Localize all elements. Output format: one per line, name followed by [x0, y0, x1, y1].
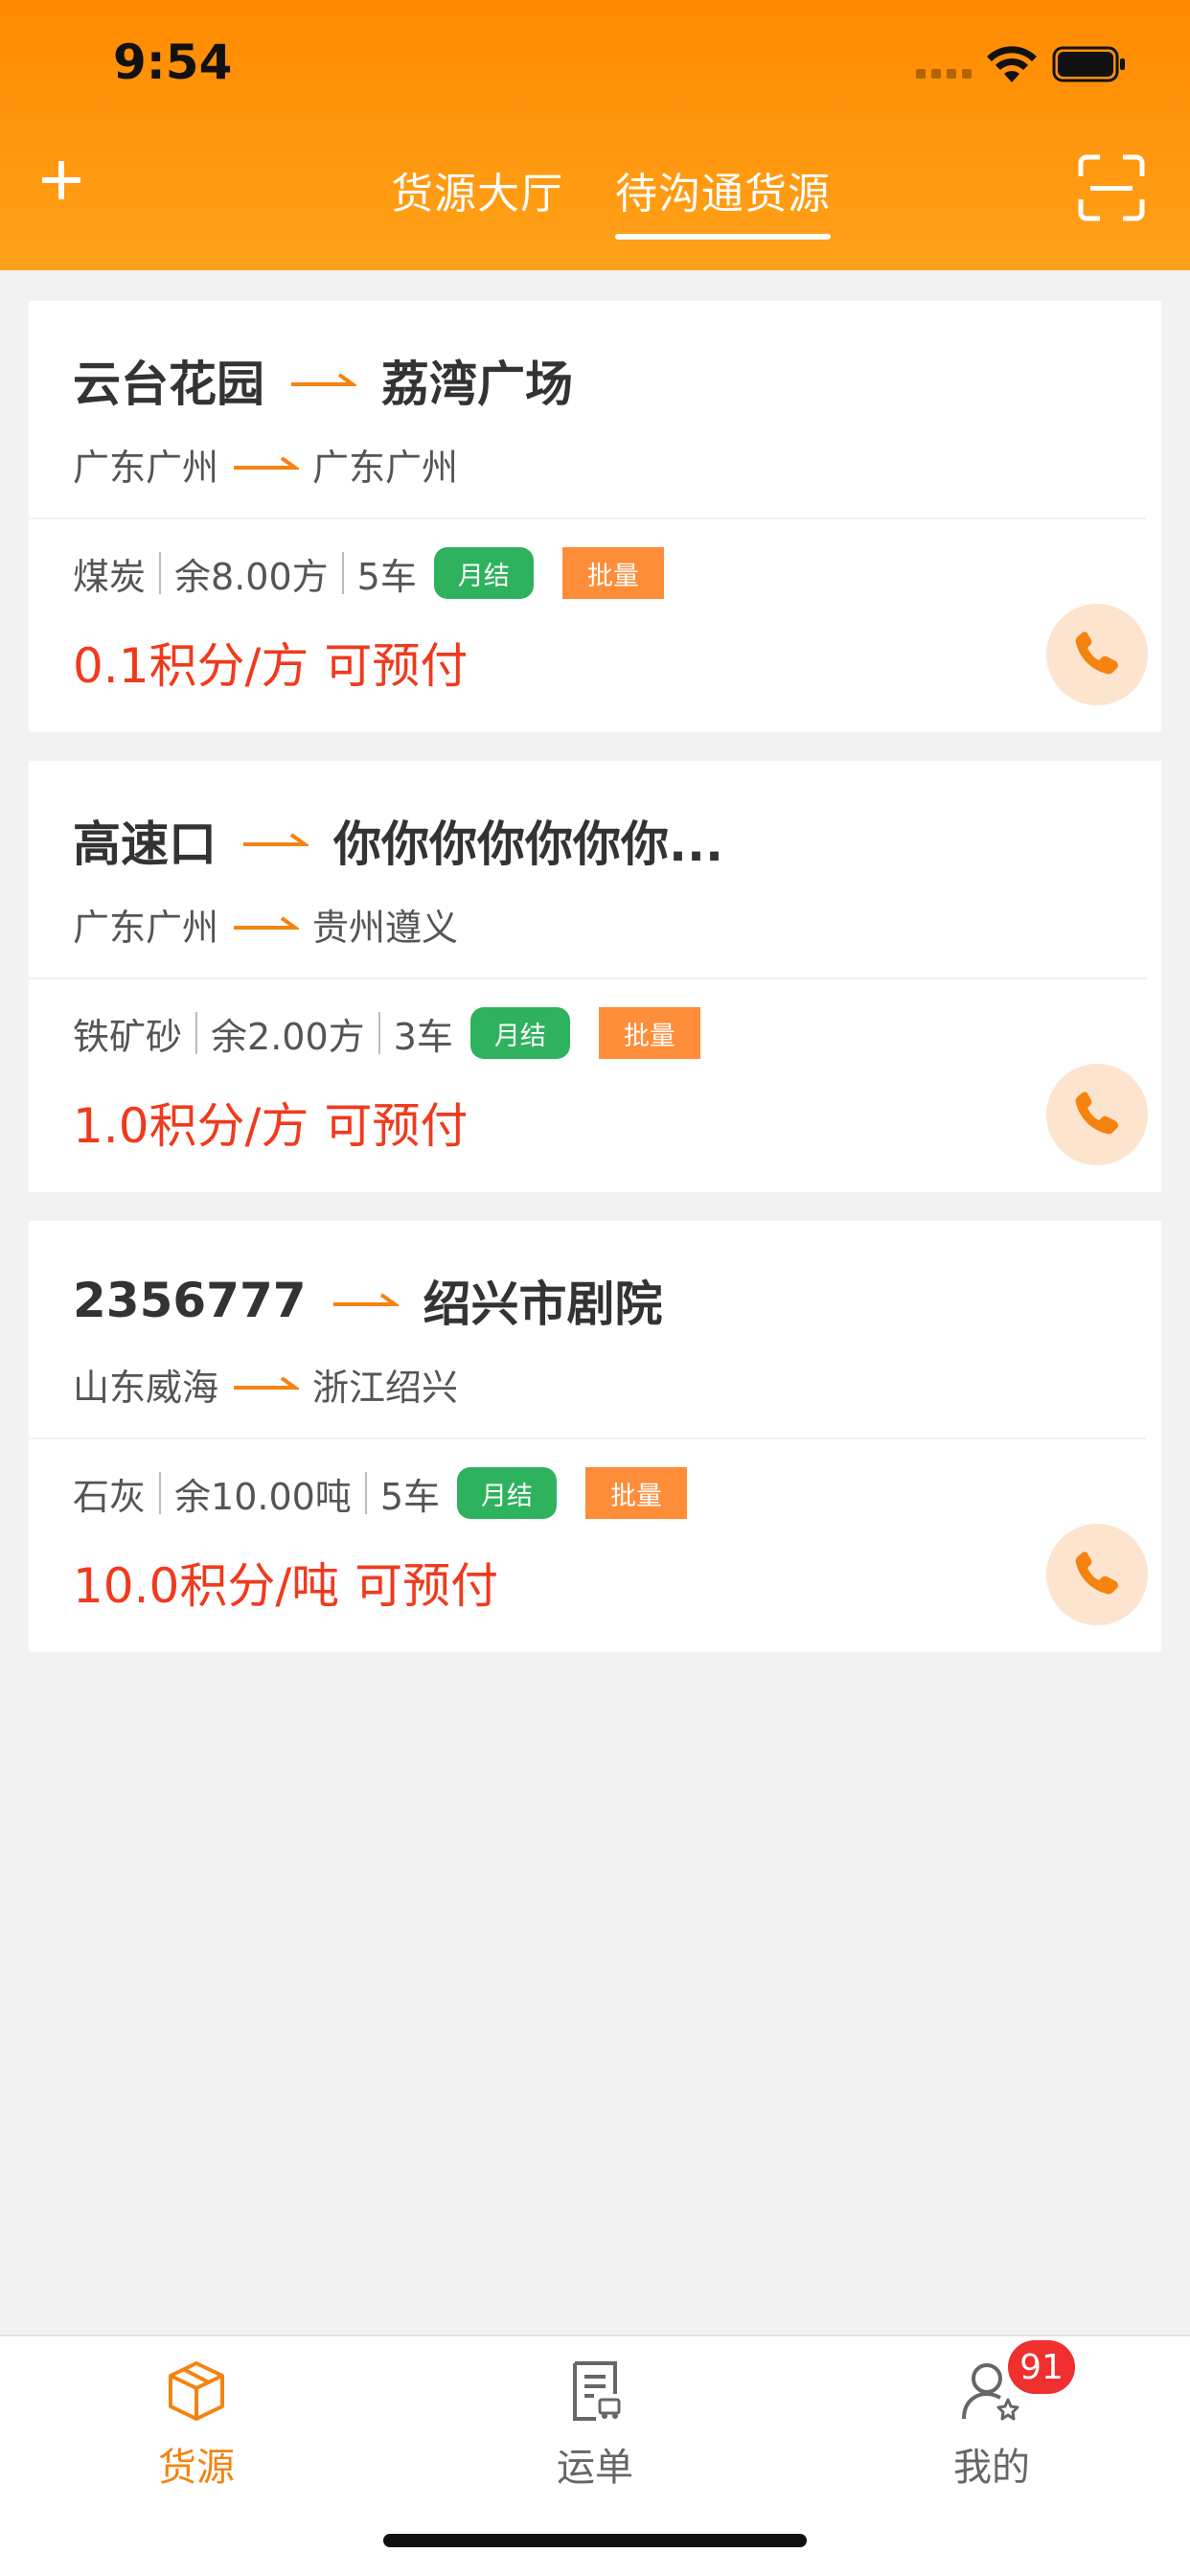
arrow-icon — [332, 1293, 399, 1306]
destination-region: 浙江绍兴 — [312, 1366, 459, 1409]
batch-badge: 批量 — [585, 1467, 687, 1519]
wifi-icon — [987, 46, 1037, 82]
settlement-badge: 月结 — [469, 1007, 570, 1059]
truck-count: 3车 — [393, 1015, 453, 1058]
cargo-meta: 石灰 余10.00吨 5车 月结 批量 — [73, 1464, 687, 1522]
route: 高速口 你你你你你你你... — [73, 807, 723, 874]
home-indicator — [383, 2534, 807, 2547]
separator — [378, 1012, 380, 1054]
cargo-type: 铁矿砂 — [73, 1015, 183, 1058]
price: 0.1积分/方 — [73, 638, 309, 694]
region-line: 广东广州 贵州遵义 — [73, 897, 458, 951]
header-bar: 9:54 货源大厅 待沟通货源 — [0, 0, 1190, 270]
cargo-meta: 煤炭 余8.00方 5车 月结 批量 — [73, 544, 664, 602]
cargo-card[interactable]: 2356777 绍兴市剧院 山东威海 浙江绍兴 石灰 余10.00吨 5车 月结… — [29, 1221, 1161, 1652]
destination-region: 广东广州 — [312, 446, 459, 489]
arrow-icon — [234, 1376, 300, 1390]
region-line: 山东威海 浙江绍兴 — [73, 1357, 458, 1411]
price: 10.0积分/吨 — [73, 1558, 340, 1614]
phone-icon — [1075, 1092, 1118, 1135]
route: 2356777 绍兴市剧院 — [73, 1267, 663, 1334]
origin-name: 2356777 — [73, 1273, 307, 1328]
destination-name: 你你你你你你你... — [333, 816, 723, 872]
cargo-list: 云台花园 荔湾广场 广东广州 广东广州 煤炭 余8.00方 5车 月结 批量 0… — [29, 301, 1161, 1681]
add-button[interactable] — [34, 153, 88, 207]
separator — [195, 1012, 198, 1054]
price-line: 0.1积分/方 可预付 — [73, 631, 468, 694]
phone-icon — [1075, 1552, 1118, 1595]
arrow-icon — [243, 833, 309, 846]
scan-icon[interactable] — [1077, 153, 1146, 222]
settlement-badge: 月结 — [433, 547, 534, 599]
prepay-label: 可预付 — [324, 1098, 469, 1154]
cargo-type: 石灰 — [73, 1475, 147, 1518]
price-line: 10.0积分/吨 可预付 — [73, 1551, 498, 1614]
separator — [159, 1472, 162, 1514]
tabbar-label: 运单 — [557, 2446, 633, 2490]
status-time: 9:54 — [113, 34, 233, 90]
arrow-icon — [234, 916, 300, 930]
cargo-card[interactable]: 云台花园 荔湾广场 广东广州 广东广州 煤炭 余8.00方 5车 月结 批量 0… — [29, 301, 1161, 732]
cargo-remaining: 余10.00吨 — [174, 1475, 352, 1518]
truck-count: 5车 — [356, 555, 417, 598]
route: 云台花园 荔湾广场 — [73, 347, 573, 414]
tabbar-label: 我的 — [953, 2446, 1030, 2490]
prepay-label: 可预付 — [355, 1558, 499, 1614]
settlement-badge: 月结 — [457, 1467, 557, 1519]
battery-icon — [1052, 46, 1125, 82]
divider — [29, 978, 1146, 979]
tab-pending-cargo[interactable]: 待沟通货源 — [615, 159, 831, 240]
arrow-icon — [291, 373, 356, 386]
origin-name: 云台花园 — [73, 356, 264, 412]
destination-name: 绍兴市剧院 — [423, 1276, 663, 1332]
phone-icon — [1075, 632, 1118, 675]
box-icon — [169, 2361, 224, 2421]
destination-name: 荔湾广场 — [381, 356, 573, 412]
origin-region: 山东威海 — [73, 1366, 219, 1409]
tabbar-label: 货源 — [158, 2446, 235, 2490]
origin-region: 广东广州 — [73, 446, 219, 489]
divider — [29, 518, 1146, 519]
tabbar-item-cargo[interactable]: 货源 — [101, 2358, 292, 2492]
origin-name: 高速口 — [73, 816, 217, 872]
destination-region: 贵州遵义 — [312, 906, 459, 949]
price-line: 1.0积分/方 可预付 — [73, 1091, 468, 1154]
call-button[interactable] — [1046, 604, 1148, 705]
price: 1.0积分/方 — [73, 1098, 309, 1154]
tab-cargo-hall[interactable]: 货源大厅 — [391, 159, 563, 240]
arrow-icon — [234, 456, 300, 470]
plus-icon — [42, 161, 80, 199]
separator — [341, 552, 344, 594]
cargo-remaining: 余2.00方 — [211, 1015, 365, 1058]
tabbar-item-waybill[interactable]: 运单 — [499, 2358, 691, 2492]
cargo-type: 煤炭 — [73, 555, 147, 598]
separator — [364, 1472, 367, 1514]
waybill-icon — [573, 2361, 621, 2421]
batch-badge: 批量 — [561, 547, 664, 599]
truck-count: 5车 — [379, 1475, 440, 1518]
separator — [159, 552, 162, 594]
divider — [29, 1438, 1146, 1439]
call-button[interactable] — [1046, 1524, 1148, 1625]
batch-badge: 批量 — [598, 1007, 700, 1059]
cargo-card[interactable]: 高速口 你你你你你你你... 广东广州 贵州遵义 铁矿砂 余2.00方 3车 月… — [29, 761, 1161, 1192]
cargo-meta: 铁矿砂 余2.00方 3车 月结 批量 — [73, 1004, 700, 1062]
signal-icon — [916, 69, 972, 79]
call-button[interactable] — [1046, 1064, 1148, 1165]
top-tabs: 货源大厅 待沟通货源 — [391, 159, 831, 240]
origin-region: 广东广州 — [73, 906, 219, 949]
notification-badge: 91 — [1008, 2340, 1075, 2394]
region-line: 广东广州 广东广州 — [73, 437, 458, 491]
cargo-remaining: 余8.00方 — [174, 555, 329, 598]
prepay-label: 可预付 — [324, 638, 469, 694]
